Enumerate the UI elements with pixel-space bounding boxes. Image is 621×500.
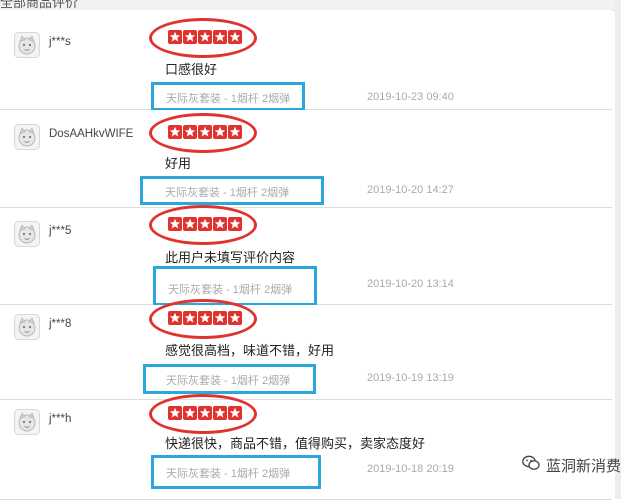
review-date: 2019-10-20 14:27	[367, 184, 454, 196]
review-date: 2019-10-18 20:19	[367, 463, 454, 475]
star-icon	[228, 311, 242, 325]
star-rating	[168, 217, 242, 231]
review-date: 2019-10-20 13:14	[367, 278, 454, 290]
product-variant: 天际灰套装 - 1烟杆 2烟弹	[166, 375, 291, 387]
star-icon	[198, 125, 212, 139]
star-icon	[183, 311, 197, 325]
user-avatar-icon	[14, 221, 40, 247]
review-item: j***5 此用户未填写评价内容 天际灰套装 - 1烟杆 2烟弹 2019-10…	[0, 205, 612, 306]
user-avatar-icon	[14, 32, 40, 58]
watermark-text: 蓝洞新消费	[546, 458, 621, 475]
star-icon	[183, 217, 197, 231]
star-rating-highlight	[149, 205, 257, 245]
user-avatar-icon	[14, 409, 40, 435]
review-username: j***s	[49, 36, 71, 48]
star-icon	[213, 125, 227, 139]
star-icon	[168, 217, 182, 231]
review-username: DosAAHkvWIFE	[49, 128, 134, 140]
star-icon	[228, 30, 242, 44]
review-username: j***h	[49, 413, 72, 425]
product-variant: 天际灰套装 - 1烟杆 2烟弹	[168, 284, 293, 296]
review-comment: 快递很快，商品不错，值得购买，卖家态度好	[165, 436, 426, 451]
star-icon	[213, 406, 227, 420]
star-icon	[168, 406, 182, 420]
product-variant-highlight: 天际灰套装 - 1烟杆 2烟弹	[143, 364, 316, 394]
star-rating	[168, 30, 242, 44]
product-variant-highlight: 天际灰套装 - 1烟杆 2烟弹	[151, 82, 305, 111]
review-date: 2019-10-23 09:40	[367, 91, 454, 103]
product-variant-highlight: 天际灰套装 - 1烟杆 2烟弹	[151, 455, 321, 489]
review-item: j***h 快递很快，商品不错，值得购买，卖家态度好 天际灰套装 - 1烟杆 2…	[0, 394, 612, 500]
star-rating-highlight	[149, 113, 257, 153]
star-rating-highlight	[149, 18, 257, 58]
review-item: j***8 感觉很高档，味道不错，好用 天际灰套装 - 1烟杆 2烟弹 2019…	[0, 299, 612, 400]
star-icon	[168, 125, 182, 139]
review-item: j***s 口感很好 天际灰套装 - 1烟杆 2烟弹 2019-10-23 09…	[0, 10, 612, 111]
review-username: j***5	[49, 225, 72, 237]
star-icon	[168, 311, 182, 325]
star-icon	[183, 125, 197, 139]
review-date: 2019-10-19 13:19	[367, 372, 454, 384]
scrollbar[interactable]	[615, 0, 621, 499]
product-variant: 天际灰套装 - 1烟杆 2烟弹	[166, 93, 291, 105]
star-icon	[228, 125, 242, 139]
star-icon	[213, 311, 227, 325]
product-variant: 天际灰套装 - 1烟杆 2烟弹	[165, 187, 290, 199]
star-rating	[168, 311, 242, 325]
watermark: 蓝洞新消费	[522, 455, 621, 476]
review-comment: 好用	[165, 156, 192, 171]
review-comment: 感觉很高档，味道不错，好用	[165, 343, 335, 358]
star-icon	[228, 406, 242, 420]
user-avatar-icon	[14, 314, 40, 340]
wechat-icon	[522, 455, 540, 476]
review-item: DosAAHkvWIFE 好用 天际灰套装 - 1烟杆 2烟弹 2019-10-…	[0, 110, 612, 208]
star-rating-highlight	[149, 299, 257, 339]
star-rating-highlight	[149, 394, 257, 434]
product-variant-highlight: 天际灰套装 - 1烟杆 2烟弹	[140, 176, 324, 205]
star-icon	[198, 30, 212, 44]
star-icon	[213, 217, 227, 231]
star-icon	[198, 217, 212, 231]
review-comment: 此用户未填写评价内容	[165, 250, 296, 265]
star-rating	[168, 125, 242, 139]
star-icon	[198, 406, 212, 420]
star-icon	[183, 30, 197, 44]
product-variant: 天际灰套装 - 1烟杆 2烟弹	[166, 468, 291, 480]
star-icon	[183, 406, 197, 420]
star-rating	[168, 406, 242, 420]
star-icon	[213, 30, 227, 44]
star-icon	[198, 311, 212, 325]
product-variant-highlight: 天际灰套装 - 1烟杆 2烟弹	[153, 266, 317, 306]
review-comment: 口感很好	[165, 62, 218, 77]
review-username: j***8	[49, 318, 72, 330]
star-icon	[168, 30, 182, 44]
star-icon	[228, 217, 242, 231]
user-avatar-icon	[14, 124, 40, 150]
